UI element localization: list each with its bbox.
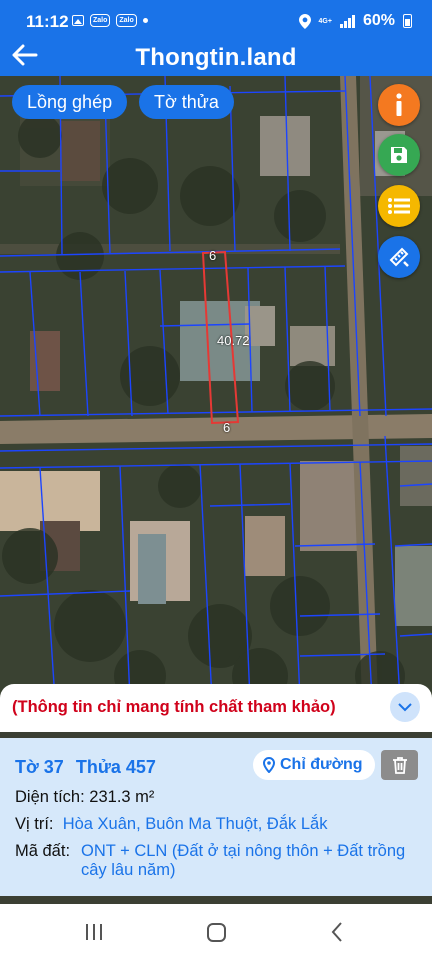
area-value: 231.3 m² [89,788,155,806]
parcel-number: Thửa 457 [75,757,156,777]
parcel-info-panel: Tờ 37 Thửa 457 Chỉ đường Diện tích: 231.… [0,738,432,896]
satellite-map[interactable]: Lồng ghép Tờ thửa 6 40.72 6 [0,76,432,700]
system-icons: 4G+ 60% [298,12,412,30]
ruler-pencil-icon [389,247,409,267]
measure-button[interactable] [378,236,420,278]
land-code-value: ONT + CLN (Đất ở tại nông thôn + Đất trồ… [81,842,405,880]
reference-notice: (Thông tin chỉ mang tính chất tham khảo) [12,698,336,716]
network-type: 4G+ [318,17,332,25]
parcel-top-width-label: 6 [209,248,217,263]
parcel-side-length-label: 40.72 [217,333,250,348]
location-row: Vị trí: Hòa Xuân, Buôn Ma Thuột, Đắk Lắk [15,815,327,834]
collapse-button[interactable] [390,692,420,722]
area-row: Diện tích: 231.3 m² [15,788,154,807]
land-code-line-1: ONT + CLN (Đất ở tại nông thôn + Đất trồ… [81,842,406,860]
notification-icons: Zalo Zalo [72,14,148,27]
save-button[interactable] [378,134,420,176]
info-sheet-header: (Thông tin chỉ mang tính chất tham khảo) [0,684,432,732]
info-icon [396,93,402,116]
trash-icon [392,757,407,774]
battery-icon [403,14,412,28]
list-button[interactable] [378,185,420,227]
zalo-icon: Zalo [116,14,137,27]
more-notifications-dot [142,18,148,23]
status-bar: 11:12 Zalo Zalo 4G+ 60% [0,0,432,44]
chip-overlay[interactable]: Lồng ghép [12,85,128,119]
map-canvas [0,76,432,700]
app-bar: Thongtin.land [0,44,432,76]
app-title: Thongtin.land [135,44,297,71]
signal-icon [339,14,355,28]
location-pin-icon [263,757,275,773]
sheet-number: Tờ 37 [15,757,64,777]
status-time: 11:12 [26,12,69,31]
zalo-icon: Zalo [90,14,111,27]
parcel-bottom-width-label: 6 [223,420,231,435]
directions-button[interactable]: Chỉ đường [253,750,375,780]
system-nav-bar [0,904,432,960]
battery-percent: 60% [362,12,395,29]
location-icon [298,13,311,29]
land-code-line-2: cây lâu năm) [81,861,176,879]
info-button[interactable] [378,84,420,126]
directions-label: Chỉ đường [280,756,363,773]
save-icon [391,147,407,163]
parcel-identifiers: Tờ 37 Thửa 457 [15,757,156,778]
area-key: Diện tích: [15,788,85,806]
location-value: Hòa Xuân, Buôn Ma Thuột, Đắk Lắk [62,815,328,833]
land-code-key: Mã đất: [15,842,71,860]
land-code-row: Mã đất: [15,842,70,861]
gallery-icon [72,15,84,26]
chip-parcel[interactable]: Tờ thửa [139,85,234,119]
delete-button[interactable] [381,750,418,780]
home-button[interactable] [207,923,226,942]
chevron-down-icon [398,702,412,711]
list-icon [388,198,410,214]
location-key: Vị trí: [15,815,54,833]
recent-apps-button[interactable] [86,924,102,940]
back-nav-button[interactable] [330,921,344,943]
